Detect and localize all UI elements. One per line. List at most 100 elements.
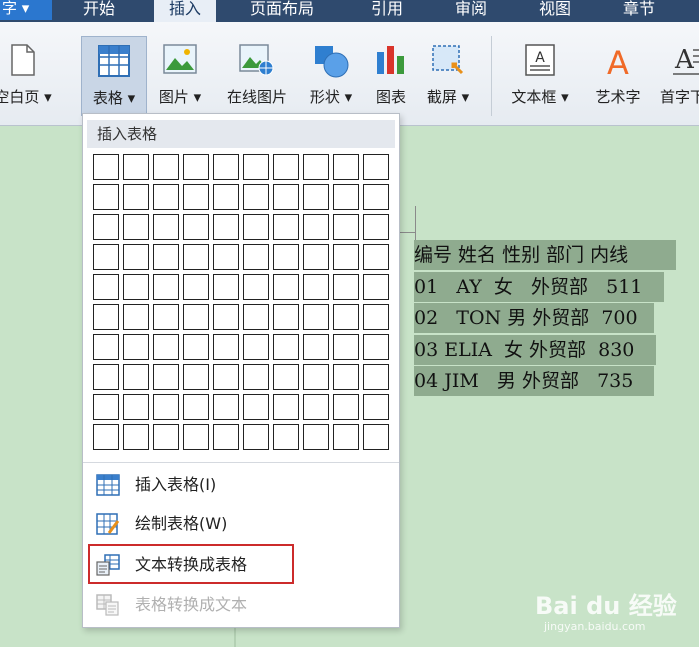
- table-grid-cell[interactable]: [363, 394, 389, 420]
- table-grid-cell[interactable]: [333, 334, 359, 360]
- table-grid-cell[interactable]: [93, 214, 119, 240]
- textbox-button[interactable]: A 文本框 ▾: [502, 22, 578, 114]
- document-line[interactable]: 03 ELIA 女 外贸部 830: [414, 335, 656, 365]
- table-grid-cell[interactable]: [243, 424, 269, 450]
- blank-page-button[interactable]: 空白页 ▾: [0, 22, 60, 114]
- table-grid-cell[interactable]: [153, 244, 179, 270]
- picture-button[interactable]: 图片 ▾: [150, 22, 210, 114]
- wordart-button[interactable]: A 艺术字: [586, 22, 650, 114]
- chart-button[interactable]: 图表: [369, 22, 413, 114]
- insert-table-menu-item[interactable]: 插入表格(I): [91, 468, 391, 502]
- table-grid-cell[interactable]: [123, 394, 149, 420]
- table-grid-cell[interactable]: [303, 184, 329, 210]
- table-grid-cell[interactable]: [273, 244, 299, 270]
- table-grid-cell[interactable]: [213, 244, 239, 270]
- table-grid-cell[interactable]: [363, 334, 389, 360]
- table-grid-cell[interactable]: [183, 244, 209, 270]
- table-grid-cell[interactable]: [363, 154, 389, 180]
- table-grid-cell[interactable]: [183, 154, 209, 180]
- table-grid-cell[interactable]: [273, 424, 299, 450]
- table-grid-cell[interactable]: [363, 184, 389, 210]
- table-grid-cell[interactable]: [273, 364, 299, 390]
- table-grid-cell[interactable]: [213, 334, 239, 360]
- tab-references[interactable]: 引用: [371, 0, 403, 22]
- table-grid-cell[interactable]: [303, 394, 329, 420]
- table-grid-cell[interactable]: [123, 274, 149, 300]
- app-menu-button[interactable]: 字 ▾: [0, 0, 52, 20]
- table-grid-cell[interactable]: [273, 334, 299, 360]
- table-grid-cell[interactable]: [363, 304, 389, 330]
- table-grid-cell[interactable]: [213, 304, 239, 330]
- table-grid-cell[interactable]: [183, 424, 209, 450]
- table-grid-cell[interactable]: [273, 214, 299, 240]
- table-grid-cell[interactable]: [363, 214, 389, 240]
- table-grid-cell[interactable]: [333, 154, 359, 180]
- table-grid-cell[interactable]: [333, 394, 359, 420]
- table-grid-cell[interactable]: [333, 304, 359, 330]
- online-picture-button[interactable]: 在线图片: [218, 22, 296, 114]
- table-grid-cell[interactable]: [333, 364, 359, 390]
- table-grid-cell[interactable]: [153, 184, 179, 210]
- table-grid-cell[interactable]: [93, 334, 119, 360]
- table-grid-cell[interactable]: [123, 304, 149, 330]
- table-grid-cell[interactable]: [303, 154, 329, 180]
- table-grid-cell[interactable]: [153, 304, 179, 330]
- table-grid-cell[interactable]: [273, 304, 299, 330]
- tab-home[interactable]: 开始: [83, 0, 115, 22]
- table-grid-cell[interactable]: [153, 334, 179, 360]
- draw-table-menu-item[interactable]: 绘制表格(W): [91, 507, 391, 541]
- table-grid-cell[interactable]: [303, 424, 329, 450]
- table-grid-cell[interactable]: [273, 154, 299, 180]
- dropcap-button[interactable]: A 首字下: [656, 22, 699, 114]
- table-grid-cell[interactable]: [243, 304, 269, 330]
- table-grid-cell[interactable]: [333, 274, 359, 300]
- table-grid-cell[interactable]: [333, 424, 359, 450]
- table-grid-cell[interactable]: [363, 364, 389, 390]
- table-grid-cell[interactable]: [303, 244, 329, 270]
- table-grid-cell[interactable]: [123, 244, 149, 270]
- table-grid-cell[interactable]: [303, 214, 329, 240]
- table-grid-cell[interactable]: [93, 364, 119, 390]
- table-grid-cell[interactable]: [213, 154, 239, 180]
- table-grid-cell[interactable]: [243, 334, 269, 360]
- tab-review[interactable]: 审阅: [455, 0, 487, 22]
- table-grid-cell[interactable]: [153, 424, 179, 450]
- table-grid-cell[interactable]: [123, 334, 149, 360]
- table-grid-cell[interactable]: [333, 214, 359, 240]
- table-grid-cell[interactable]: [153, 274, 179, 300]
- table-button[interactable]: 表格 ▾: [81, 36, 147, 116]
- table-grid-cell[interactable]: [213, 214, 239, 240]
- table-grid-cell[interactable]: [93, 154, 119, 180]
- table-grid-cell[interactable]: [123, 214, 149, 240]
- table-grid-cell[interactable]: [153, 154, 179, 180]
- table-grid-cell[interactable]: [183, 394, 209, 420]
- table-grid-cell[interactable]: [183, 304, 209, 330]
- table-grid-cell[interactable]: [243, 394, 269, 420]
- table-grid-cell[interactable]: [213, 424, 239, 450]
- table-grid-cell[interactable]: [273, 274, 299, 300]
- table-grid-cell[interactable]: [123, 424, 149, 450]
- table-grid-cell[interactable]: [183, 364, 209, 390]
- table-grid-cell[interactable]: [123, 184, 149, 210]
- table-grid-cell[interactable]: [273, 184, 299, 210]
- table-grid-cell[interactable]: [213, 364, 239, 390]
- table-grid-cell[interactable]: [153, 364, 179, 390]
- shapes-button[interactable]: 形状 ▾: [300, 22, 362, 114]
- table-grid-cell[interactable]: [123, 154, 149, 180]
- table-grid-cell[interactable]: [243, 364, 269, 390]
- table-grid-cell[interactable]: [243, 274, 269, 300]
- table-grid-cell[interactable]: [273, 394, 299, 420]
- table-grid-cell[interactable]: [243, 214, 269, 240]
- document-line[interactable]: 01 AY 女 外贸部 511: [414, 272, 664, 302]
- table-grid-cell[interactable]: [303, 334, 329, 360]
- table-grid-cell[interactable]: [303, 304, 329, 330]
- table-grid-cell[interactable]: [213, 274, 239, 300]
- table-grid-cell[interactable]: [363, 424, 389, 450]
- table-grid-cell[interactable]: [243, 244, 269, 270]
- table-grid-cell[interactable]: [93, 394, 119, 420]
- document-line[interactable]: 02 TON 男 外贸部 700: [414, 303, 654, 333]
- table-grid-cell[interactable]: [243, 184, 269, 210]
- table-grid-cell[interactable]: [153, 394, 179, 420]
- tab-chapter[interactable]: 章节: [623, 0, 655, 22]
- table-grid-cell[interactable]: [93, 244, 119, 270]
